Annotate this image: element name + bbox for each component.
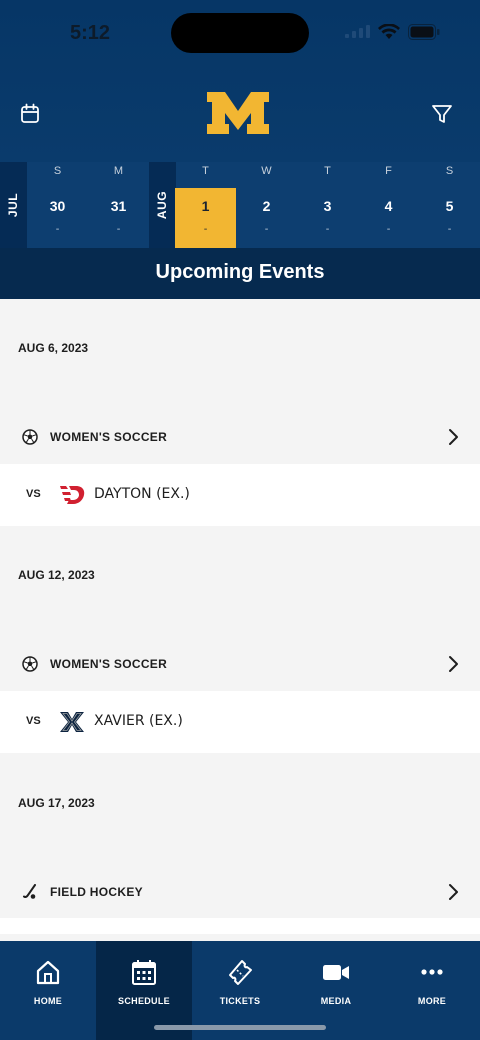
calendar-day[interactable]: W 2 - [236, 162, 297, 248]
month-label-jul: JUL [0, 162, 27, 248]
chevron-right-icon [449, 656, 458, 672]
soccer-ball-icon [22, 656, 38, 672]
tab-label: SCHEDULE [118, 996, 170, 1006]
calendar-day-selected[interactable]: T 1 - [175, 162, 236, 248]
signal-icon [345, 25, 370, 38]
sport-name: FIELD HOCKEY [50, 885, 143, 899]
calendar-day[interactable]: M 31 - [88, 162, 149, 248]
tab-label: TICKETS [219, 996, 261, 1006]
wifi-icon [378, 24, 400, 39]
tab-label: MEDIA [320, 996, 352, 1006]
sport-row[interactable]: FIELD HOCKEY [0, 873, 480, 911]
tab-label: MORE [417, 996, 447, 1006]
video-camera-icon [323, 965, 349, 980]
sport-name: WOMEN'S SOCCER [50, 657, 168, 671]
event-date-header: AUG 17, 2023 [18, 796, 95, 810]
tab-home[interactable]: HOME [0, 941, 96, 1040]
calendar-icon[interactable] [16, 100, 44, 128]
status-time: 5:12 [70, 22, 111, 44]
chevron-right-icon [449, 884, 458, 900]
chevron-right-icon [449, 429, 458, 445]
home-indicator[interactable] [154, 1025, 326, 1030]
calendar-icon [132, 960, 156, 985]
xavier-musketeers-logo [60, 712, 84, 732]
tab-label: HOME [33, 996, 63, 1006]
vs-label: VS [26, 715, 41, 727]
tab-more[interactable]: MORE [384, 941, 480, 1040]
opponent-row[interactable]: VS DAYTON (EX.) [0, 464, 480, 526]
more-dots-icon [421, 969, 443, 975]
month-label-aug: AUG [149, 162, 176, 248]
event-date-header: AUG 6, 2023 [18, 341, 89, 355]
opponent-row[interactable]: VS XAVIER (EX.) [0, 691, 480, 753]
dynamic-island [171, 13, 309, 53]
calendar-day[interactable]: S 5 - [419, 162, 480, 248]
status-icons [344, 24, 440, 40]
home-icon [36, 960, 60, 985]
opponent-row[interactable] [0, 918, 480, 934]
calendar-day[interactable]: T 3 - [297, 162, 358, 248]
sport-row[interactable]: WOMEN'S SOCCER [0, 418, 480, 456]
vs-label: VS [26, 488, 41, 500]
calendar-day[interactable]: F 4 - [358, 162, 419, 248]
opponent-name: DAYTON (EX.) [94, 486, 190, 502]
sport-name: WOMEN'S SOCCER [50, 430, 168, 444]
sport-row[interactable]: WOMEN'S SOCCER [0, 645, 480, 683]
soccer-ball-icon [22, 429, 38, 445]
section-title: Upcoming Events [0, 248, 480, 299]
michigan-block-m-logo [207, 92, 269, 134]
opponent-name: XAVIER (EX.) [94, 713, 183, 729]
calendar-day[interactable]: S 30 - [27, 162, 88, 248]
battery-icon [408, 24, 440, 40]
ticket-icon [229, 960, 252, 985]
field-hockey-icon [23, 884, 36, 899]
event-date-header: AUG 12, 2023 [18, 568, 95, 582]
dayton-flyers-logo [60, 486, 85, 504]
filter-icon[interactable] [428, 100, 456, 128]
